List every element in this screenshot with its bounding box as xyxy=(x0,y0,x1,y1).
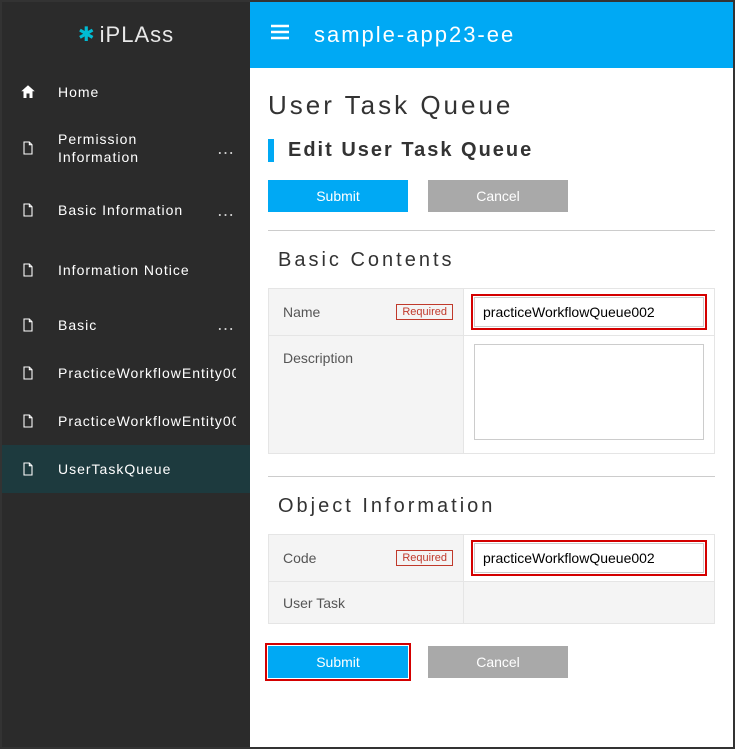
content: User Task Queue Edit User Task Queue Sub… xyxy=(250,68,733,747)
sidebar-item-0[interactable]: Home xyxy=(2,68,250,116)
sidebar-item-label: PracticeWorkflowEntity001 xyxy=(58,364,236,382)
doc-icon xyxy=(16,316,40,334)
basic-contents-group: Basic Contents Name Required xyxy=(268,249,715,454)
main-area: sample-app23-ee User Task Queue Edit Use… xyxy=(250,2,733,747)
usertask-value xyxy=(464,582,715,624)
sidebar-item-label: Home xyxy=(58,83,236,101)
brand-logo: ✱ i PLAss xyxy=(2,2,250,68)
description-textarea[interactable] xyxy=(474,344,704,440)
divider-2 xyxy=(268,476,715,477)
sidebar-item-label: Basic Information xyxy=(58,201,216,219)
doc-icon xyxy=(16,412,40,430)
topbar: sample-app23-ee xyxy=(250,2,733,68)
object-information-table: Code Required User Task xyxy=(268,534,715,624)
sidebar-item-label: PracticeWorkflowEntity002 xyxy=(58,412,236,430)
sidebar: ✱ i PLAss HomePermission Information…Bas… xyxy=(2,2,250,747)
doc-icon xyxy=(16,139,40,157)
more-icon[interactable]: … xyxy=(216,138,236,159)
basic-contents-heading: Basic Contents xyxy=(278,249,715,272)
sidebar-item-3[interactable]: Information Notice xyxy=(2,240,250,300)
app-root: ✱ i PLAss HomePermission Information…Bas… xyxy=(2,2,733,747)
field-row-description: Description xyxy=(269,336,715,454)
sidebar-item-label: Permission Information xyxy=(58,130,216,166)
code-input[interactable] xyxy=(474,543,704,573)
app-title: sample-app23-ee xyxy=(314,22,515,48)
logo-icon: ✱ xyxy=(78,25,96,45)
submit-button-bottom[interactable]: Submit xyxy=(268,646,408,678)
sidebar-item-1[interactable]: Permission Information… xyxy=(2,116,250,180)
required-badge: Required xyxy=(396,304,453,320)
usertask-label: User Task xyxy=(283,595,345,611)
home-icon xyxy=(16,83,40,101)
page-title: User Task Queue xyxy=(268,90,715,121)
field-row-usertask: User Task xyxy=(269,582,715,624)
cancel-button-top[interactable]: Cancel xyxy=(428,180,568,212)
name-input[interactable] xyxy=(474,297,704,327)
edit-heading: Edit User Task Queue xyxy=(268,139,715,162)
doc-icon xyxy=(16,364,40,382)
field-row-code: Code Required xyxy=(269,535,715,582)
brand-name: PLAss xyxy=(106,22,175,48)
sidebar-item-label: Basic xyxy=(58,316,216,334)
basic-contents-table: Name Required Description xyxy=(268,288,715,454)
code-label: Code xyxy=(283,550,316,566)
more-icon[interactable]: … xyxy=(216,200,236,221)
hamburger-icon[interactable] xyxy=(268,20,296,50)
doc-icon xyxy=(16,261,40,279)
sidebar-item-label: UserTaskQueue xyxy=(58,460,236,478)
doc-icon xyxy=(16,460,40,478)
sidebar-nav: HomePermission Information…Basic Informa… xyxy=(2,68,250,493)
object-information-heading: Object Information xyxy=(278,495,715,518)
sidebar-item-7[interactable]: UserTaskQueue xyxy=(2,445,250,493)
sidebar-item-2[interactable]: Basic Information… xyxy=(2,180,250,240)
more-icon[interactable]: … xyxy=(216,314,236,335)
bottom-button-row: Submit Cancel xyxy=(268,646,715,678)
sidebar-item-5[interactable]: PracticeWorkflowEntity001 xyxy=(2,349,250,397)
required-badge-2: Required xyxy=(396,550,453,566)
sidebar-item-label: Information Notice xyxy=(58,261,236,279)
submit-button-top[interactable]: Submit xyxy=(268,180,408,212)
field-row-name: Name Required xyxy=(269,289,715,336)
top-button-row: Submit Cancel xyxy=(268,180,715,212)
divider xyxy=(268,230,715,231)
doc-icon xyxy=(16,201,40,219)
name-label: Name xyxy=(283,304,320,320)
sidebar-item-4[interactable]: Basic… xyxy=(2,300,250,349)
sidebar-item-6[interactable]: PracticeWorkflowEntity002 xyxy=(2,397,250,445)
cancel-button-bottom[interactable]: Cancel xyxy=(428,646,568,678)
description-label: Description xyxy=(283,350,353,366)
object-information-group: Object Information Code Required xyxy=(268,495,715,624)
